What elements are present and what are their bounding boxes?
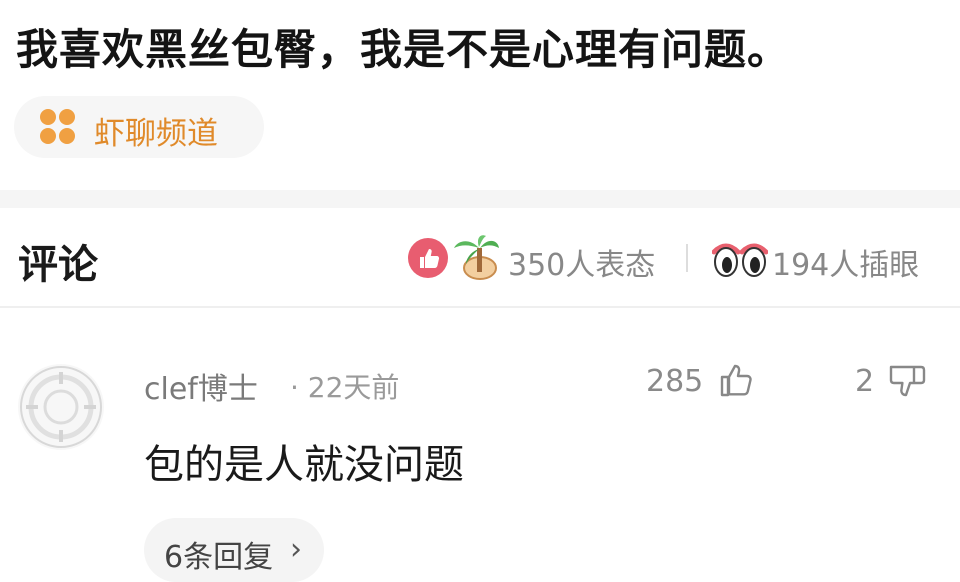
stats-divider <box>686 244 688 272</box>
eyes-icon[interactable] <box>712 238 768 278</box>
like-count: 285 <box>646 364 704 399</box>
reaction-count: 350人表态 <box>508 248 656 283</box>
eye-count: 194人插眼 <box>772 248 920 283</box>
dislike-count: 2 <box>855 364 875 399</box>
palm-tree-icon <box>454 235 499 280</box>
comment-timestamp: · 22天前 <box>290 371 400 404</box>
thumbs-down-icon[interactable] <box>886 362 928 404</box>
comment-text: 包的是人就没问题 <box>144 442 464 488</box>
thumbs-up-icon[interactable] <box>716 360 756 400</box>
comments-title: 评论 <box>18 242 98 288</box>
reaction-icons[interactable] <box>408 234 500 282</box>
comment-username[interactable]: clef博士 <box>144 364 258 408</box>
replies-button[interactable]: 6条回复 › <box>144 518 324 582</box>
question-title: 我喜欢黑丝包臀，我是不是心理有问题。 <box>16 25 791 74</box>
four-dots-icon <box>40 109 76 145</box>
replies-label: 6条回复 <box>164 540 274 575</box>
avatar[interactable] <box>18 364 104 450</box>
like-reaction-icon <box>408 238 448 278</box>
channel-label: 虾聊频道 <box>94 116 218 152</box>
list-divider <box>0 306 960 308</box>
section-separator <box>0 190 960 208</box>
channel-tag[interactable]: 虾聊频道 <box>14 96 264 158</box>
